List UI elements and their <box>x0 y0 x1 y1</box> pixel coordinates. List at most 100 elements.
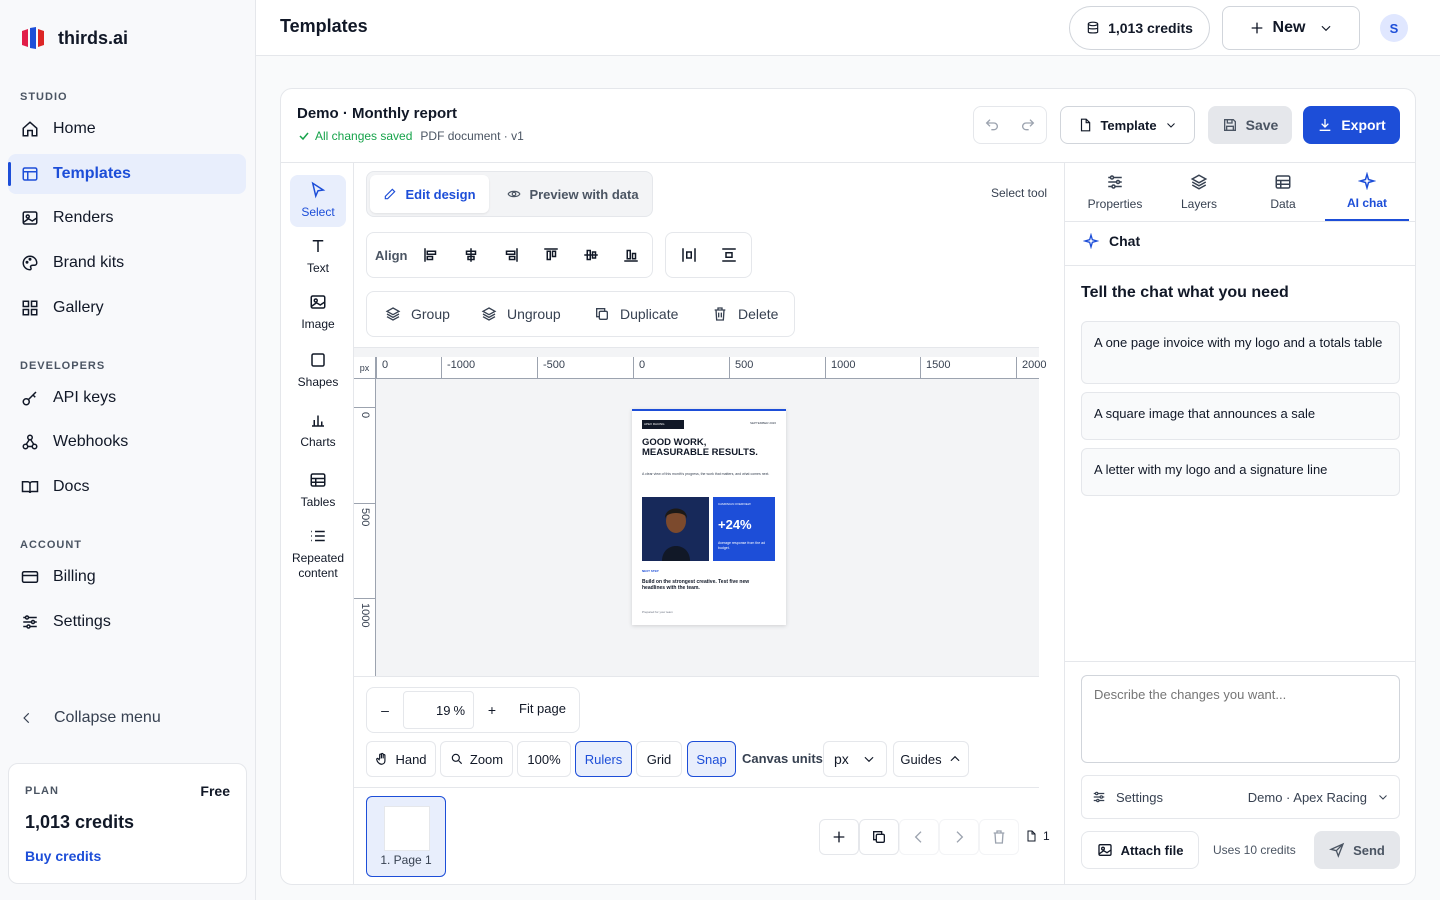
square-icon <box>309 351 327 369</box>
sidebar-item-webhooks[interactable]: Webhooks <box>8 422 246 462</box>
edit-design-tab[interactable]: Edit design <box>370 175 489 213</box>
delete-page-button[interactable] <box>979 819 1019 855</box>
tool-repeated-content[interactable]: Repeated content <box>290 521 346 585</box>
tool-text[interactable]: Text <box>290 231 346 283</box>
sidebar-item-home[interactable]: Home <box>8 109 246 149</box>
sidebar-item-gallery[interactable]: Gallery <box>8 288 246 328</box>
export-label: Export <box>1341 117 1386 133</box>
settings-label: Settings <box>1116 789 1163 805</box>
template-dropdown[interactable]: Template <box>1060 106 1195 144</box>
sidebar-item-templates[interactable]: Templates <box>8 154 246 194</box>
previous-page-button[interactable] <box>899 819 939 855</box>
plus-icon <box>1249 20 1265 36</box>
send-icon <box>1329 842 1345 858</box>
next-page-button[interactable] <box>939 819 979 855</box>
tab-layers[interactable]: Layers <box>1157 163 1241 221</box>
align-right-icon[interactable] <box>497 241 525 269</box>
buy-credits-link[interactable]: Buy credits <box>25 848 101 864</box>
grid-toggle[interactable]: Grid <box>636 741 682 777</box>
ruler-unit: px <box>354 357 376 379</box>
zoom-label: Zoom <box>469 751 504 767</box>
zoom-input[interactable]: 19% <box>403 691 474 729</box>
ruler-tick: -1000 <box>441 357 475 379</box>
chat-suggestion[interactable]: A one page invoice with my logo and a to… <box>1081 321 1400 384</box>
tool-image[interactable]: Image <box>290 287 346 339</box>
brand[interactable]: thirds.ai <box>20 24 128 52</box>
page-count: 1 <box>1025 829 1050 843</box>
save-label: Save <box>1245 117 1279 133</box>
zoom-tool-button[interactable]: Zoom <box>440 741 513 777</box>
tool-tables[interactable]: Tables <box>290 465 346 517</box>
undo-icon[interactable] <box>974 107 1010 143</box>
duplicate-page-button[interactable] <box>859 819 899 855</box>
send-button[interactable]: Send <box>1314 831 1400 869</box>
tab-data[interactable]: Data <box>1241 163 1325 221</box>
chat-settings-select[interactable]: Settings Demo · Apex Racing <box>1081 775 1400 819</box>
sidebar-item-renders[interactable]: Renders <box>8 198 246 238</box>
sidebar-item-settings[interactable]: Settings <box>8 602 246 642</box>
group-button[interactable]: Group <box>385 292 450 336</box>
tool-charts[interactable]: Charts <box>290 405 346 457</box>
distribute-vertical-icon[interactable] <box>715 241 743 269</box>
collapse-menu-button[interactable]: Collapse menu <box>20 704 161 732</box>
align-middle-icon[interactable] <box>577 241 605 269</box>
distribute-horizontal-icon[interactable] <box>675 241 703 269</box>
align-top-icon[interactable] <box>537 241 565 269</box>
chat-input[interactable] <box>1081 675 1400 763</box>
align-left-icon[interactable] <box>417 241 445 269</box>
preview-date: SEPTEMBER 2026 <box>749 421 776 425</box>
account-section-label: ACCOUNT <box>20 539 82 551</box>
canvas-units-select[interactable]: px <box>823 741 887 777</box>
canvas-area[interactable]: px 0 -1000 -500 0 500 1000 1500 2000 0 5… <box>354 347 1046 677</box>
right-panel: Properties Layers Data AI chat Chat Tell… <box>1064 163 1415 884</box>
preview-with-data-tab[interactable]: Preview with data <box>498 175 648 213</box>
sidebar-item-brand-kits[interactable]: Brand kits <box>8 243 246 283</box>
hand-tool-button[interactable]: Hand <box>366 741 436 777</box>
tool-shapes[interactable]: Shapes <box>290 345 346 397</box>
new-button[interactable]: New <box>1222 6 1360 50</box>
page-preview[interactable]: APEX RACING SEPTEMBER 2026 GOOD WORK, ME… <box>632 409 786 625</box>
tool-select[interactable]: Select <box>290 175 346 227</box>
chat-suggestion[interactable]: A square image that announces a sale <box>1081 392 1400 440</box>
preview-stat-note: Average response from the ad budget. <box>718 541 766 550</box>
zoom-in-button[interactable]: + <box>474 688 510 732</box>
preview-badge: APEX RACING <box>642 420 684 429</box>
page-thumbnail[interactable]: 1. Page 1 <box>366 796 446 877</box>
zoom-out-button[interactable]: – <box>367 688 403 732</box>
credits-button[interactable]: 1,013 credits <box>1069 6 1210 50</box>
sidebar-item-billing[interactable]: Billing <box>8 557 246 597</box>
delete-button[interactable]: Delete <box>712 292 778 336</box>
snap-toggle[interactable]: Snap <box>687 741 736 777</box>
sidebar-item-docs[interactable]: Docs <box>8 467 246 507</box>
preview-headline: GOOD WORK, MEASURABLE RESULTS. <box>642 437 758 458</box>
ungroup-button[interactable]: Ungroup <box>481 292 561 336</box>
canvas-units-value: px <box>834 751 849 767</box>
table-icon <box>309 471 327 489</box>
image-icon <box>309 293 327 311</box>
chat-title: Chat <box>1109 233 1141 249</box>
sidebar-item-api-keys[interactable]: API keys <box>8 378 246 418</box>
rulers-toggle[interactable]: Rulers <box>575 741 632 777</box>
fit-page-button[interactable]: Fit page <box>519 701 566 716</box>
save-status-text: All changes saved <box>315 129 413 143</box>
sparkle-icon <box>1083 233 1099 249</box>
tab-ai-chat[interactable]: AI chat <box>1325 163 1409 221</box>
sidebar-item-label: Templates <box>53 165 131 182</box>
avatar[interactable]: S <box>1380 14 1408 42</box>
guides-dropdown[interactable]: Guides <box>893 741 969 777</box>
zoom-100-button[interactable]: 100% <box>517 741 571 777</box>
preview-next-label: NEXT STEP <box>642 569 659 573</box>
save-button[interactable]: Save <box>1208 106 1292 144</box>
add-page-button[interactable] <box>819 819 859 855</box>
chat-suggestion[interactable]: A letter with my logo and a signature li… <box>1081 448 1400 496</box>
export-button[interactable]: Export <box>1303 106 1400 144</box>
duplicate-button[interactable]: Duplicate <box>594 292 678 336</box>
redo-icon[interactable] <box>1010 107 1046 143</box>
align-bottom-icon[interactable] <box>617 241 645 269</box>
sidebar: thirds.ai STUDIO Home Templates Renders … <box>0 0 256 900</box>
plan-label: PLAN <box>25 785 59 797</box>
tab-properties[interactable]: Properties <box>1073 163 1157 221</box>
align-center-icon[interactable] <box>457 241 485 269</box>
save-icon <box>1222 117 1238 133</box>
attach-file-button[interactable]: Attach file <box>1081 831 1199 869</box>
